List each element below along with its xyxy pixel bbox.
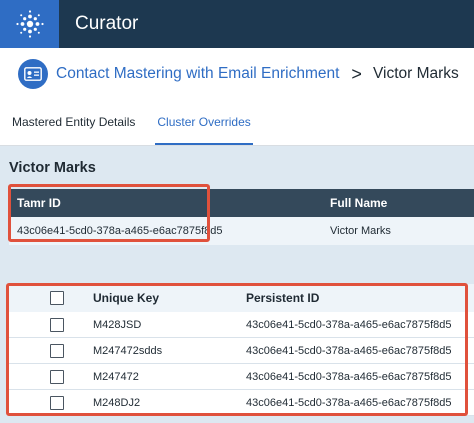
breadcrumb-separator: > [351, 63, 362, 84]
entity-table-header: Tamr ID Full Name [9, 189, 474, 217]
breadcrumb-project-link[interactable]: Contact Mastering with Email Enrichment [56, 65, 339, 83]
table-row[interactable]: M247472 43c06e41-5cd0-378a-a465-e6ac7875… [9, 364, 474, 390]
column-header-full-name[interactable]: Full Name [330, 189, 387, 217]
unique-key-cell: M247472 [93, 371, 139, 383]
persistent-id-cell: 43c06e41-5cd0-378a-a465-e6ac7875f8d5 [246, 345, 452, 357]
entity-table-row: 43c06e41-5cd0-378a-a465-e6ac7875f8d5 Vic… [9, 217, 474, 245]
breadcrumb: Contact Mastering with Email Enrichment … [0, 48, 474, 100]
id-card-icon [24, 67, 42, 81]
tamr-id-value: 43c06e41-5cd0-378a-a465-e6ac7875f8d5 [17, 225, 223, 237]
app-title: Curator [75, 13, 139, 34]
column-header-tamr-id[interactable]: Tamr ID [17, 189, 61, 217]
persistent-id-cell: 43c06e41-5cd0-378a-a465-e6ac7875f8d5 [246, 319, 452, 331]
app-header: Curator [0, 0, 474, 48]
table-row[interactable]: M428JSD 43c06e41-5cd0-378a-a465-e6ac7875… [9, 312, 474, 338]
column-header-unique-key[interactable]: Unique Key [93, 284, 159, 312]
unique-key-cell: M247472sdds [93, 345, 163, 357]
tamr-logo-icon [15, 10, 44, 38]
row-checkbox[interactable] [50, 318, 64, 332]
persistent-id-cell: 43c06e41-5cd0-378a-a465-e6ac7875f8d5 [246, 371, 452, 383]
row-checkbox[interactable] [50, 396, 64, 410]
table-row[interactable]: M247472sdds 43c06e41-5cd0-378a-a465-e6ac… [9, 338, 474, 364]
app-logo[interactable] [0, 0, 59, 48]
full-name-value: Victor Marks [330, 225, 391, 237]
project-icon[interactable] [18, 59, 48, 89]
records-table-header: Unique Key Persistent ID [9, 284, 474, 312]
tab-mastered-entity-details[interactable]: Mastered Entity Details [12, 101, 135, 145]
unique-key-cell: M428JSD [93, 319, 142, 331]
breadcrumb-current: Victor Marks [372, 65, 459, 82]
persistent-id-cell: 43c06e41-5cd0-378a-a465-e6ac7875f8d5 [246, 397, 452, 409]
tab-cluster-overrides[interactable]: Cluster Overrides [155, 101, 253, 145]
row-checkbox[interactable] [50, 344, 64, 358]
column-header-persistent-id[interactable]: Persistent ID [246, 284, 319, 312]
unique-key-cell: M248DJ2 [93, 397, 141, 409]
table-row[interactable]: M248DJ2 43c06e41-5cd0-378a-a465-e6ac7875… [9, 390, 474, 416]
select-all-checkbox[interactable] [50, 291, 64, 305]
row-checkbox[interactable] [50, 370, 64, 384]
tab-bar: Mastered Entity Details Cluster Override… [0, 100, 474, 146]
entity-title: Victor Marks [9, 160, 96, 176]
